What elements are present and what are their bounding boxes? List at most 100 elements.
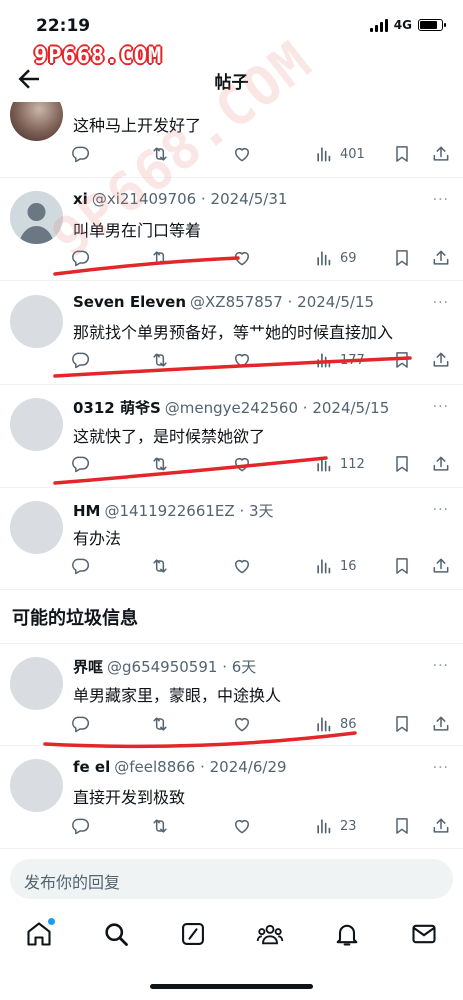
reply-button[interactable] (70, 142, 90, 166)
like-button[interactable] (232, 246, 252, 270)
status-indicators: 4G (369, 18, 446, 32)
share-button[interactable] (431, 348, 451, 372)
views-button[interactable]: 86 (314, 712, 357, 736)
reply-icon (72, 558, 90, 575)
reply-text: 这种马上开发好了 (73, 116, 202, 135)
views-button[interactable]: 69 (314, 246, 357, 270)
retweet-button[interactable] (150, 554, 170, 578)
network-type: 4G (393, 18, 412, 32)
more-icon[interactable]: ··· (433, 399, 449, 415)
bookmark-button[interactable] (392, 814, 412, 838)
view-count: 23 (340, 818, 357, 834)
reply-item[interactable]: 0312 萌爷S @mengye242560 · 2024/5/15 ··· 这就… (0, 385, 463, 488)
tab-search[interactable] (102, 920, 130, 948)
views-icon (317, 147, 331, 162)
reply-item[interactable]: fe el @feel8866 · 2024/6/29 ··· 直接开发到极致 2… (0, 746, 463, 849)
more-icon[interactable]: ··· (433, 502, 449, 518)
reply-button[interactable] (70, 246, 90, 270)
share-icon (433, 250, 449, 265)
views-button[interactable]: 16 (314, 554, 357, 578)
tab-notifications[interactable] (333, 920, 361, 948)
search-icon (105, 923, 128, 946)
reply-compose-field[interactable]: 发布你的回复 (10, 859, 453, 899)
tab-grok[interactable] (179, 920, 207, 948)
heart-icon (235, 252, 249, 266)
author-name[interactable]: 0312 萌爷S (73, 399, 161, 417)
home-indicator (150, 984, 313, 989)
author-name[interactable]: fe el (73, 758, 110, 776)
author-name[interactable]: 界哐 (73, 658, 103, 676)
share-button[interactable] (431, 554, 451, 578)
reply-meta: fe el @feel8866 · 2024/6/29 (73, 758, 287, 776)
share-button[interactable] (431, 452, 451, 476)
reply-item[interactable]: xi @xi21409706 · 2024/5/31 ··· 叫单男在门口等着 6… (0, 178, 463, 281)
tab-messages[interactable] (410, 920, 438, 948)
like-button[interactable] (232, 554, 252, 578)
avatar[interactable] (10, 501, 63, 554)
retweet-button[interactable] (150, 452, 170, 476)
avatar[interactable] (10, 759, 63, 812)
share-button[interactable] (431, 246, 451, 270)
like-button[interactable] (232, 348, 252, 372)
like-button[interactable] (232, 142, 252, 166)
reply-button[interactable] (70, 712, 90, 736)
reply-meta: 0312 萌爷S @mengye242560 · 2024/5/15 (73, 397, 389, 418)
share-icon (433, 716, 449, 731)
author-name[interactable]: HM (73, 502, 100, 520)
retweet-button[interactable] (150, 814, 170, 838)
avatar[interactable] (10, 295, 63, 348)
avatar[interactable] (10, 398, 63, 451)
avatar[interactable] (10, 191, 63, 244)
views-icon (317, 717, 331, 732)
like-button[interactable] (232, 814, 252, 838)
reply-text: 那就找个单男预备好，等艹她的时候直接加入 (73, 323, 394, 342)
bookmark-button[interactable] (392, 452, 412, 476)
tab-home[interactable] (25, 918, 55, 948)
grok-icon (182, 923, 204, 945)
reply-icon (72, 818, 90, 835)
retweet-button[interactable] (150, 142, 170, 166)
author-name[interactable]: xi (73, 190, 88, 208)
reply-icon (72, 250, 90, 267)
bookmark-button[interactable] (392, 142, 412, 166)
author-handle: @XZ857857 · 2024/5/15 (190, 293, 375, 311)
more-icon[interactable]: ··· (433, 192, 449, 208)
reply-button[interactable] (70, 452, 90, 476)
reply-item[interactable]: HM @1411922661EZ · 3天 ··· 有办法 16 (0, 488, 463, 590)
reply-item[interactable]: 界哐 @g654950591 · 6天 ··· 单男藏家里，蒙眼，中途换人 86 (0, 643, 463, 746)
more-icon[interactable]: ··· (433, 760, 449, 776)
more-icon[interactable]: ··· (433, 295, 449, 311)
battery-icon (418, 19, 446, 31)
avatar[interactable] (10, 657, 63, 710)
more-icon[interactable]: ··· (433, 658, 449, 674)
bookmark-button[interactable] (392, 554, 412, 578)
views-icon (317, 457, 331, 472)
views-button[interactable]: 401 (314, 142, 365, 166)
reply-item[interactable]: Seven Eleven @XZ857857 · 2024/5/15 ··· 那就… (0, 281, 463, 385)
retweet-icon (153, 717, 167, 731)
retweet-button[interactable] (150, 712, 170, 736)
retweet-button[interactable] (150, 348, 170, 372)
share-icon (433, 352, 449, 367)
views-button[interactable]: 23 (314, 814, 357, 838)
share-button[interactable] (431, 814, 451, 838)
reply-meta: xi @xi21409706 · 2024/5/31 (73, 190, 287, 208)
retweet-button[interactable] (150, 246, 170, 270)
author-name[interactable]: Seven Eleven (73, 293, 186, 311)
like-button[interactable] (232, 712, 252, 736)
reply-button[interactable] (70, 814, 90, 838)
bookmark-button[interactable] (392, 712, 412, 736)
watermark-logo: 9P668.COM (34, 44, 163, 69)
views-button[interactable]: 112 (314, 452, 365, 476)
bookmark-button[interactable] (392, 246, 412, 270)
share-button[interactable] (431, 142, 451, 166)
bookmark-icon (396, 352, 408, 368)
bookmark-button[interactable] (392, 348, 412, 372)
share-button[interactable] (431, 712, 451, 736)
views-button[interactable]: 177 (314, 348, 365, 372)
reply-button[interactable] (70, 348, 90, 372)
reply-button[interactable] (70, 554, 90, 578)
tab-communities[interactable] (256, 920, 284, 948)
like-button[interactable] (232, 452, 252, 476)
retweet-icon (153, 251, 167, 265)
